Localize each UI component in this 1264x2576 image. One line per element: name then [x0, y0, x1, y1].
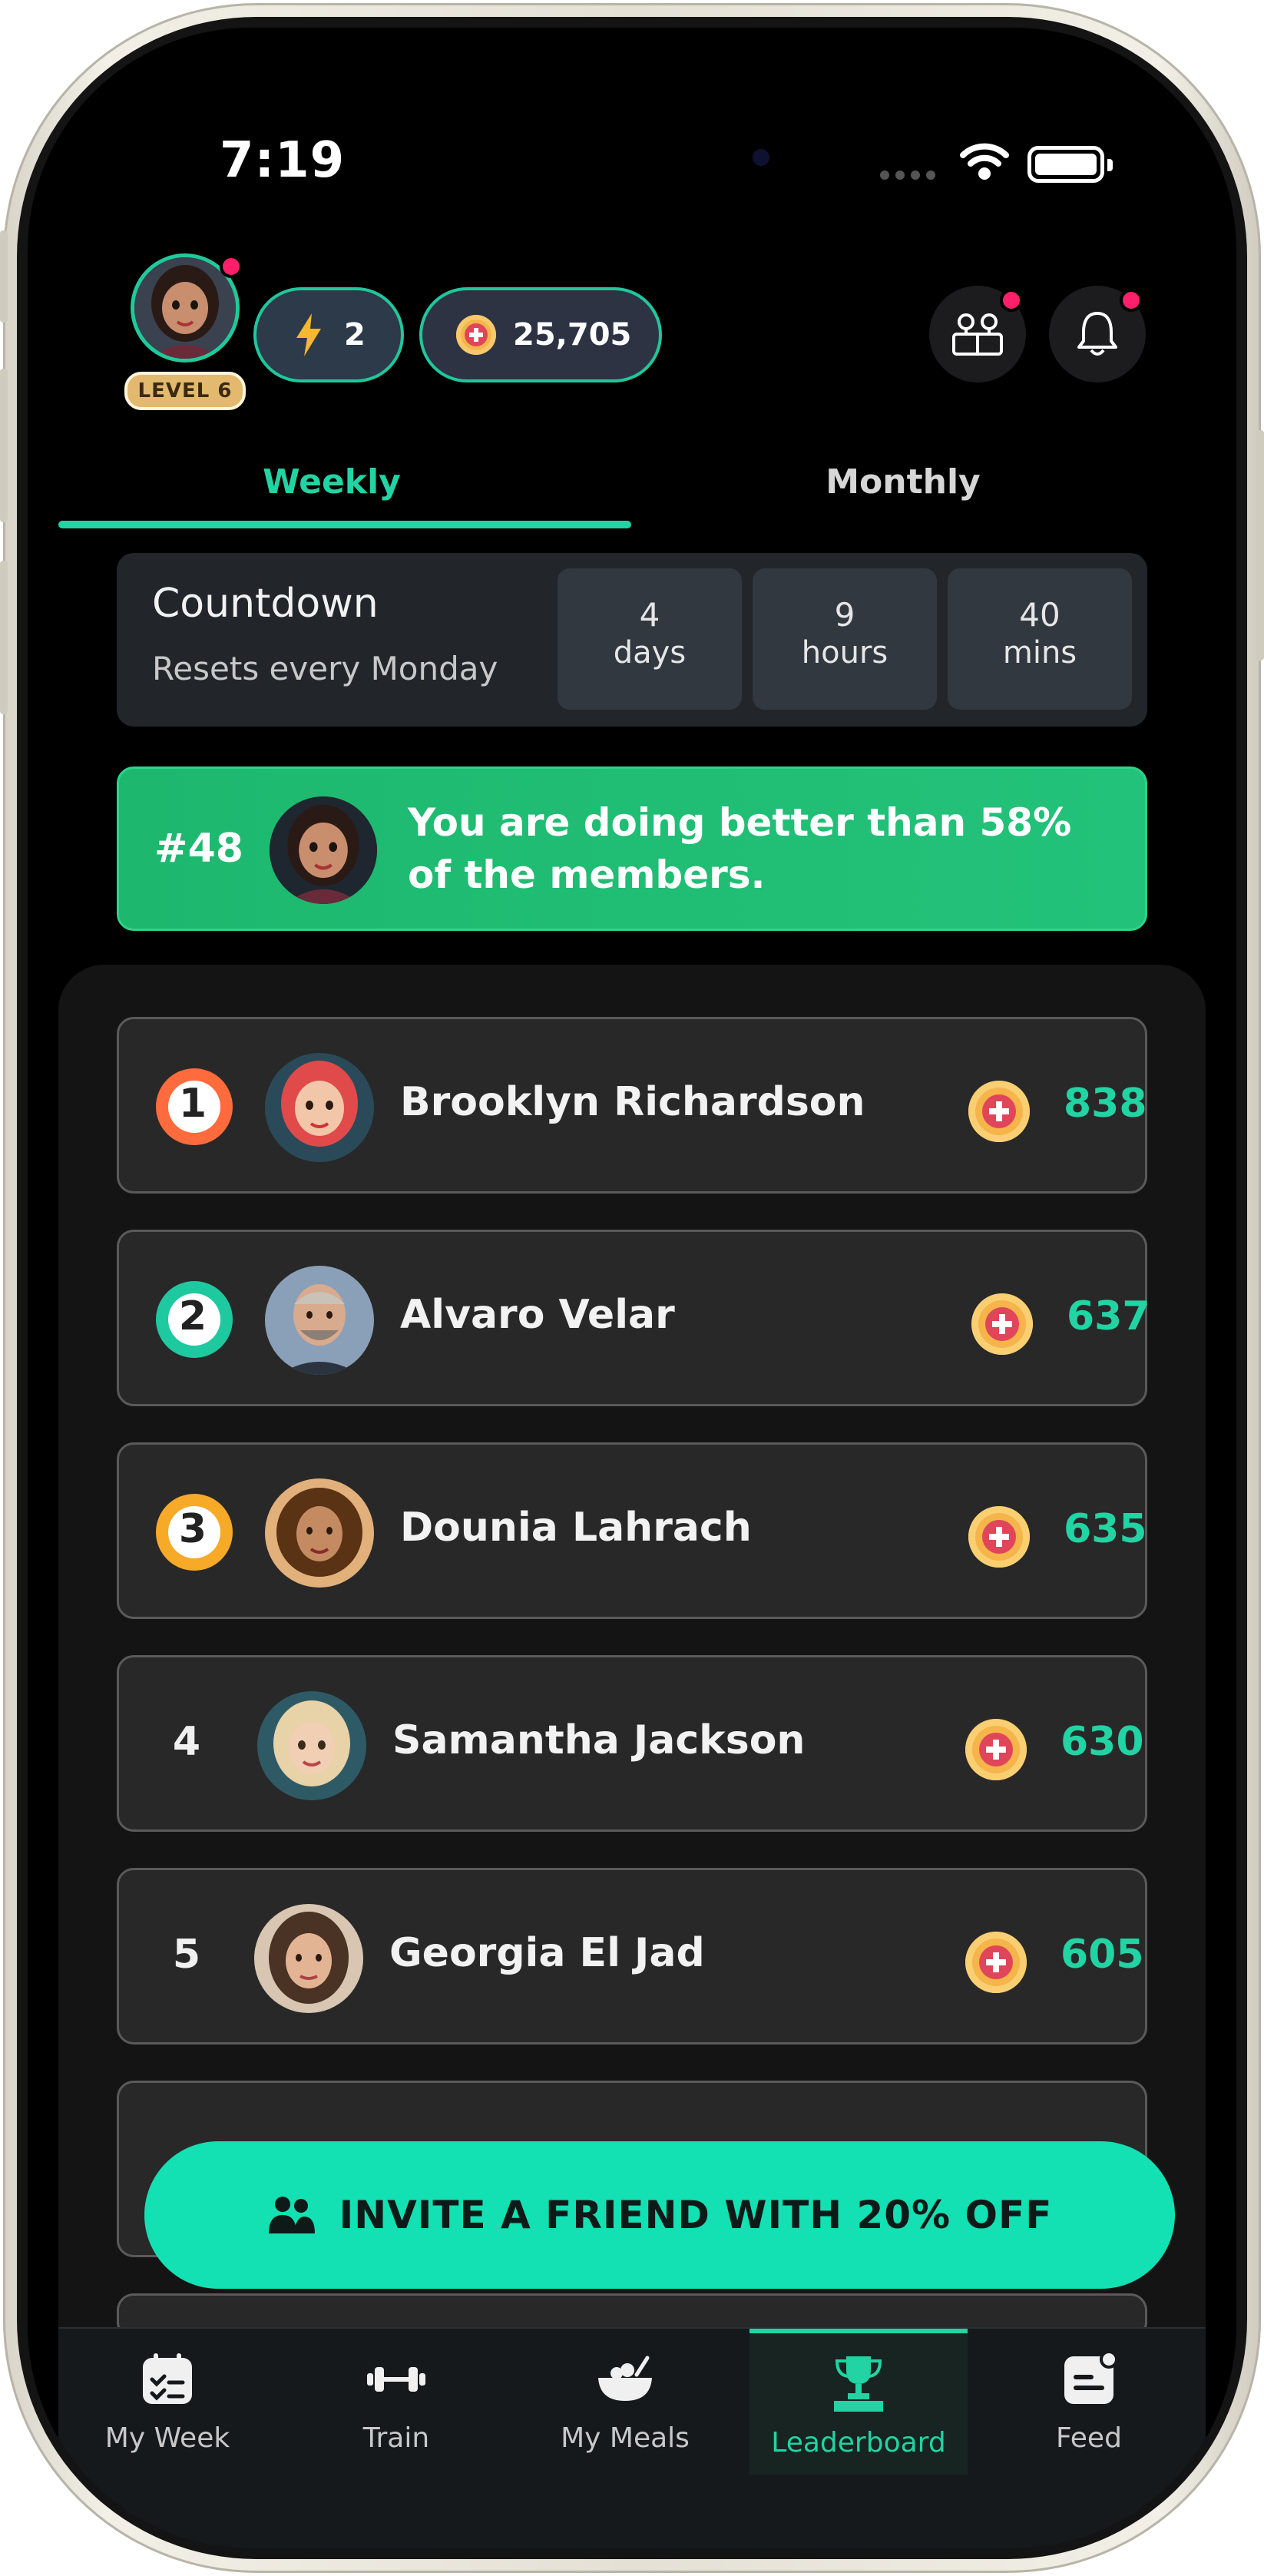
- invite-label: INVITE A FRIEND WITH 20% OFF: [339, 2193, 1053, 2237]
- countdown-unit: mins: [1002, 635, 1077, 670]
- nav-feed[interactable]: Feed: [980, 2329, 1198, 2475]
- wifi-icon: [960, 143, 1009, 180]
- nav-label: My Meals: [561, 2422, 690, 2454]
- rank-number: 5: [172, 1932, 201, 1978]
- coin-icon: [971, 1293, 1033, 1355]
- side-button: [0, 561, 8, 714]
- member-name: Alvaro Velar: [400, 1292, 675, 1338]
- coin-icon: [968, 1081, 1030, 1142]
- leaderboard-row[interactable]: 4 Samantha Jackson 630: [117, 1655, 1147, 1832]
- app-screen: 7:19 LEVEL 6 2 25,705 Weekly Monthly Cou…: [28, 28, 1236, 2548]
- notification-dot: [1120, 289, 1143, 312]
- avatar: [265, 1478, 374, 1588]
- tab-indicator: [58, 521, 631, 528]
- my-rank-message: You are doing better than 58% of the mem…: [408, 800, 1072, 897]
- avatar: [265, 1266, 374, 1375]
- coin-icon: [965, 1932, 1027, 1993]
- rank-number: 2: [178, 1293, 207, 1339]
- countdown-card: Countdown Resets every Monday 4 days 9 h…: [117, 553, 1147, 727]
- countdown-title: Countdown: [152, 581, 379, 627]
- nav-leaderboard[interactable]: Leaderboard: [749, 2329, 968, 2475]
- tab-monthly[interactable]: Monthly: [788, 462, 1018, 502]
- coins-count: 25,705: [513, 317, 632, 353]
- nav-my-meals[interactable]: My Meals: [516, 2329, 734, 2475]
- countdown-subtitle: Resets every Monday: [152, 650, 498, 687]
- side-button: [1256, 430, 1264, 661]
- feed-icon: [1058, 2349, 1120, 2410]
- avatar: [270, 796, 377, 904]
- countdown-days: 4 days: [558, 568, 742, 710]
- countdown-unit: hours: [801, 635, 888, 670]
- tab-weekly[interactable]: Weekly: [217, 462, 447, 502]
- countdown-value: 40: [1019, 596, 1061, 634]
- countdown-unit: days: [613, 635, 687, 670]
- rank-number: 4: [172, 1719, 201, 1765]
- member-name: Samantha Jackson: [392, 1717, 806, 1763]
- member-score: 838: [1064, 1081, 1147, 1127]
- nav-label: Feed: [1056, 2422, 1122, 2454]
- countdown-value: 9: [834, 596, 855, 634]
- member-score: 630: [1061, 1719, 1144, 1765]
- status-time: 7:19: [220, 132, 346, 189]
- bottom-nav: My Week Train My Meals Leaderboard Feed: [58, 2327, 1206, 2548]
- notification-dot: [220, 255, 243, 278]
- avatar: [265, 1053, 374, 1162]
- leaderboard-row[interactable]: 2 Alvaro Velar 637: [117, 1230, 1150, 1406]
- bowl-icon: [594, 2349, 656, 2410]
- member-score: 605: [1061, 1932, 1144, 1978]
- nav-my-week[interactable]: My Week: [58, 2329, 276, 2475]
- coins-pill[interactable]: 25,705: [419, 287, 662, 382]
- my-rank-banner[interactable]: #48 You are doing better than 58% of the…: [117, 767, 1147, 931]
- friends-icon: [952, 313, 1003, 356]
- countdown-value: 4: [639, 596, 660, 634]
- countdown-hours: 9 hours: [753, 568, 937, 710]
- rank-number: 3: [178, 1506, 207, 1552]
- countdown-mins: 40 mins: [948, 568, 1132, 710]
- member-name: Georgia El Jad: [389, 1930, 705, 1976]
- bell-icon: [1077, 312, 1117, 356]
- nav-train[interactable]: Train: [287, 2329, 505, 2475]
- member-name: Brooklyn Richardson: [400, 1079, 865, 1125]
- member-name: Dounia Lahrach: [400, 1505, 752, 1551]
- rank-number: 1: [178, 1081, 207, 1127]
- camera-dot: [753, 149, 769, 166]
- avatar: [254, 1904, 363, 2013]
- nav-label: Train: [362, 2422, 430, 2454]
- nav-label: My Week: [104, 2422, 230, 2454]
- coin-icon: [965, 1719, 1027, 1780]
- avatar: [257, 1691, 366, 1800]
- coin-icon: [968, 1506, 1030, 1568]
- lightning-icon: [296, 313, 321, 356]
- calendar-check-icon: [137, 2349, 198, 2410]
- energy-pill[interactable]: 2: [253, 287, 404, 382]
- leaderboard-row[interactable]: 5 Georgia El Jad 605: [117, 1868, 1147, 2045]
- leaderboard-row[interactable]: 3 Dounia Lahrach 635: [117, 1442, 1147, 1619]
- dumbbell-icon: [366, 2349, 427, 2410]
- battery-icon: [1027, 146, 1113, 183]
- leaderboard-row[interactable]: 1 Brooklyn Richardson 838: [117, 1017, 1147, 1194]
- nav-label: Leaderboard: [771, 2427, 946, 2458]
- notification-dot: [1000, 289, 1023, 312]
- coin-icon: [456, 315, 496, 355]
- signal-icon: [880, 171, 935, 180]
- profile-avatar[interactable]: [131, 253, 243, 363]
- friends-button[interactable]: [929, 286, 1026, 382]
- energy-count: 2: [344, 317, 366, 353]
- invite-friend-button[interactable]: INVITE A FRIEND WITH 20% OFF: [144, 2141, 1175, 2289]
- trophy-icon: [828, 2353, 889, 2415]
- users-icon: [268, 2197, 315, 2233]
- member-score: 637: [1067, 1293, 1150, 1339]
- member-score: 635: [1064, 1506, 1147, 1552]
- side-button: [0, 369, 8, 522]
- notifications-button[interactable]: [1049, 286, 1146, 382]
- side-button: [0, 230, 8, 323]
- my-rank-position: #48: [154, 826, 243, 872]
- level-badge: LEVEL 6: [124, 372, 246, 410]
